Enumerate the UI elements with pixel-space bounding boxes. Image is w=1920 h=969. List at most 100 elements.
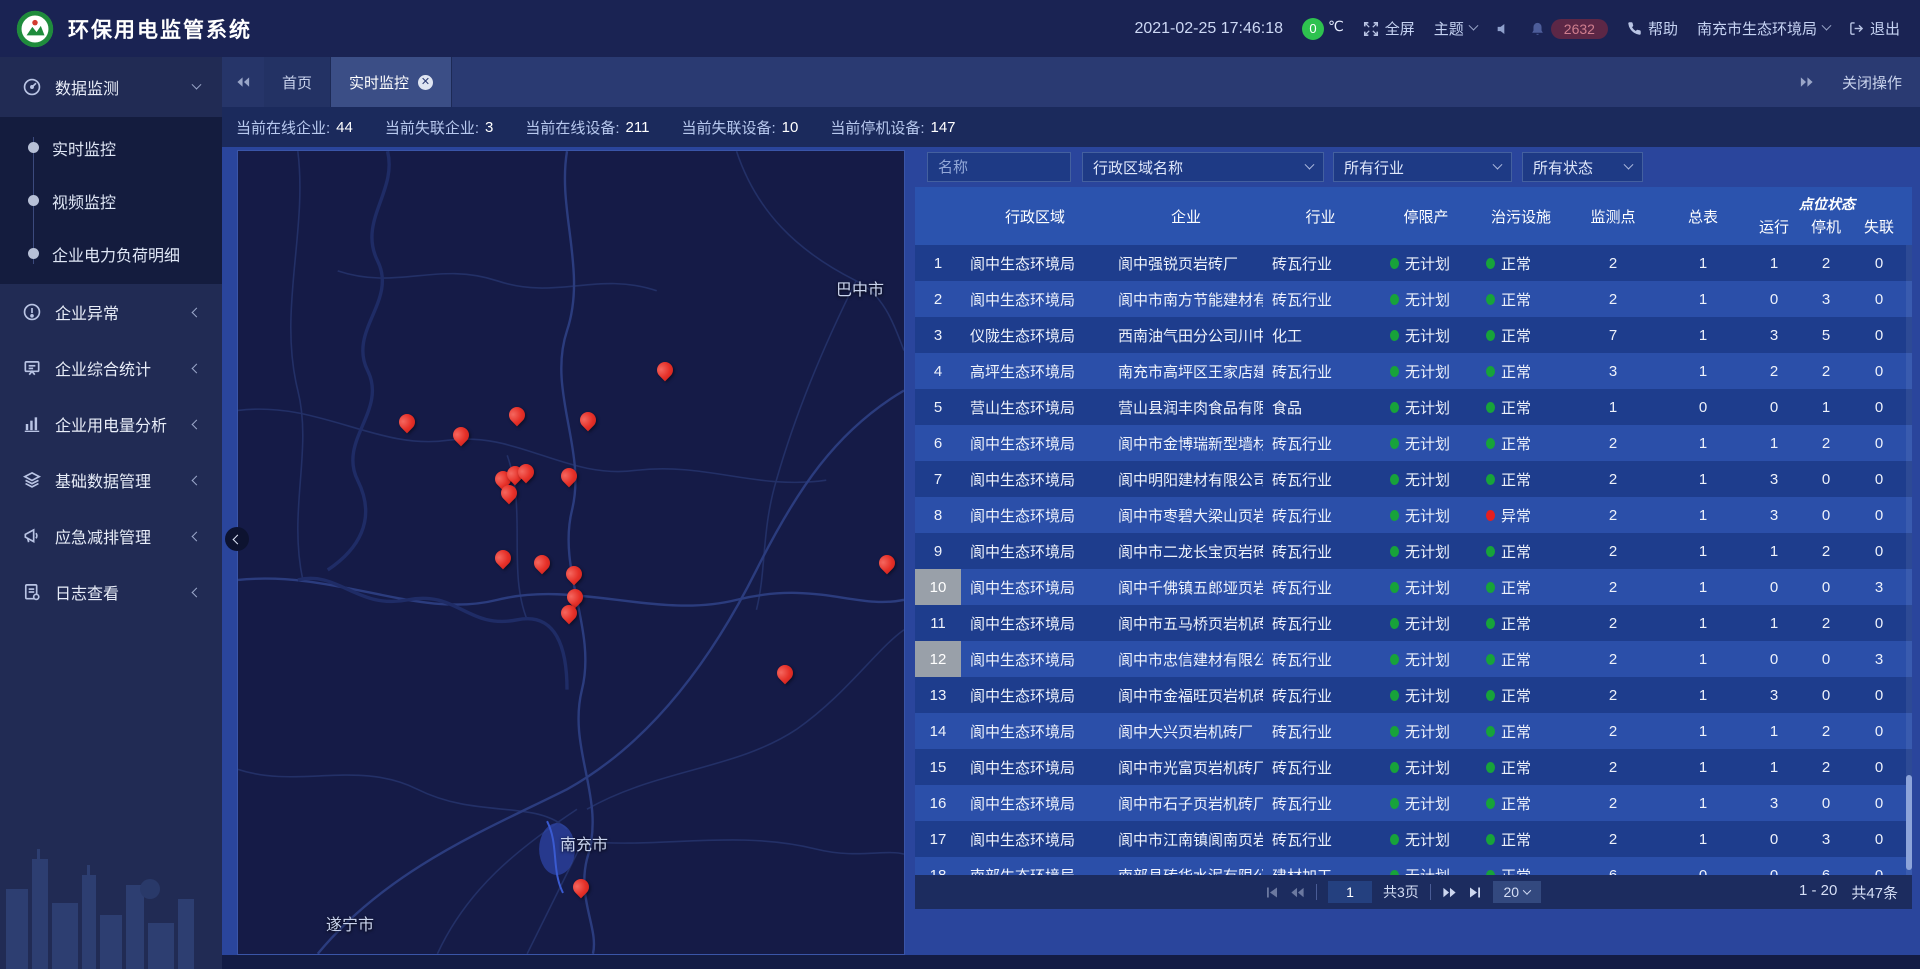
- column-header-lost[interactable]: 失联: [1852, 216, 1906, 237]
- row-lost-cell: 0: [1852, 471, 1906, 488]
- row-stop-cell: 2: [1800, 255, 1852, 272]
- table-row[interactable]: 5 营山生态环境局 营山县润丰肉食品有限 食品 无计划 正常 1 0: [915, 389, 1912, 425]
- table-row[interactable]: 17 阆中生态环境局 阆中市江南镇阆南页岩 砖瓦行业 无计划 正常 2 1: [915, 821, 1912, 857]
- column-header-company[interactable]: 企业: [1109, 187, 1263, 245]
- row-stop-cell: 0: [1800, 579, 1852, 596]
- notification-button[interactable]: 2632: [1530, 19, 1608, 39]
- logout-button[interactable]: 退出: [1849, 18, 1900, 39]
- row-stop-cell: 2: [1800, 759, 1852, 776]
- sidebar-subitem[interactable]: 实时监控: [0, 121, 222, 174]
- table-row[interactable]: 14 阆中生态环境局 阆中大兴页岩机砖厂 砖瓦行业 无计划 正常 2 1: [915, 713, 1912, 749]
- scrollbar-thumb[interactable]: [1906, 775, 1912, 870]
- row-limit-cell: 无计划: [1378, 541, 1474, 562]
- row-industry-cell: 化工: [1263, 325, 1378, 346]
- sidebar-submenu: 实时监控 视频监控 企业电力负荷明细: [0, 117, 222, 284]
- tab-close-icon[interactable]: ✕: [418, 75, 433, 90]
- chevron-down-icon: [192, 79, 202, 89]
- row-limit-cell: 无计划: [1378, 829, 1474, 850]
- column-header-facility[interactable]: 治污设施: [1474, 187, 1568, 245]
- sidebar-item-basic-data[interactable]: 基础数据管理: [0, 452, 222, 508]
- row-company-cell: 阆中市金福旺页岩机砖: [1109, 685, 1263, 706]
- help-button[interactable]: 帮助: [1627, 18, 1678, 39]
- status-dot-icon: [1486, 618, 1495, 629]
- table-scrollbar[interactable]: [1906, 245, 1912, 875]
- fullscreen-button[interactable]: 全屏: [1363, 18, 1415, 39]
- table-row[interactable]: 10 阆中生态环境局 阆中千佛镇五郎垭页岩 砖瓦行业 无计划 正常 2 1: [915, 569, 1912, 605]
- table-row[interactable]: 1 阆中生态环境局 阆中强锐页岩砖厂 砖瓦行业 无计划 正常 2 1: [915, 245, 1912, 281]
- row-limit-cell: 无计划: [1378, 433, 1474, 454]
- row-industry-cell: 砖瓦行业: [1263, 541, 1378, 562]
- column-header-points[interactable]: 监测点: [1568, 187, 1658, 245]
- next-page-button[interactable]: [1442, 886, 1457, 899]
- table-row[interactable]: 16 阆中生态环境局 阆中市石子页岩机砖厂 砖瓦行业 无计划 正常 2 1: [915, 785, 1912, 821]
- row-company-cell: 阆中市金博瑞新型墙材: [1109, 433, 1263, 454]
- sidebar-item-emergency-reduction[interactable]: 应急减排管理: [0, 508, 222, 564]
- map-panel[interactable]: 巴中市南充市遂宁市: [237, 150, 905, 955]
- table-row[interactable]: 4 高坪生态环境局 南充市高坪区王家店建 砖瓦行业 无计划 正常 3 1: [915, 353, 1912, 389]
- sidebar-subitem[interactable]: 企业电力负荷明细: [0, 227, 222, 280]
- table-row[interactable]: 13 阆中生态环境局 阆中市金福旺页岩机砖 砖瓦行业 无计划 正常 2 1: [915, 677, 1912, 713]
- stat-item: 当前在线企业: 44: [236, 117, 353, 138]
- column-header-run[interactable]: 运行: [1748, 216, 1800, 237]
- row-limit-cell: 无计划: [1378, 721, 1474, 742]
- row-run-cell: 3: [1748, 471, 1800, 488]
- sidebar-item-data-monitoring[interactable]: 数据监测: [0, 57, 222, 117]
- sound-button[interactable]: [1496, 21, 1511, 37]
- last-page-button[interactable]: [1468, 886, 1482, 899]
- row-index-cell: 15: [915, 749, 961, 785]
- sidebar-item-enterprise-statistics[interactable]: 企业综合统计: [0, 340, 222, 396]
- table-row[interactable]: 18 南部生态环境局 南部县砖华水泥有限公 建材加工 无计划 正常 6 0: [915, 857, 1912, 875]
- row-total-cell: 1: [1658, 615, 1748, 632]
- page-number-input[interactable]: 1: [1328, 881, 1372, 903]
- sidebar-item-log-view[interactable]: 日志查看: [0, 564, 222, 620]
- table-row[interactable]: 15 阆中生态环境局 阆中市光富页岩机砖厂 砖瓦行业 无计划 正常 2 1: [915, 749, 1912, 785]
- region-select[interactable]: 行政区域名称: [1082, 152, 1324, 182]
- cityscape-decoration: [0, 819, 222, 969]
- table-row[interactable]: 2 阆中生态环境局 阆中市南方节能建材有 砖瓦行业 无计划 正常 2 1: [915, 281, 1912, 317]
- table-row[interactable]: 9 阆中生态环境局 阆中市二龙长宝页岩砖 砖瓦行业 无计划 正常 2 1: [915, 533, 1912, 569]
- sidebar-item-enterprise-abnormal[interactable]: 企业异常: [0, 284, 222, 340]
- previous-page-button[interactable]: [1290, 886, 1305, 899]
- column-header-region[interactable]: 行政区域: [961, 187, 1109, 245]
- table-row[interactable]: 6 阆中生态环境局 阆中市金博瑞新型墙材 砖瓦行业 无计划 正常 2 1: [915, 425, 1912, 461]
- tabs-scroll-right-button[interactable]: [1799, 75, 1814, 89]
- close-operations-button[interactable]: 关闭操作: [1842, 72, 1902, 93]
- stats-bar: 当前在线企业: 44 当前失联企业: 3 当前在线设备: 211 当前失联设备:…: [222, 107, 1920, 147]
- first-page-button[interactable]: [1265, 886, 1279, 899]
- row-index-cell: 17: [915, 821, 961, 857]
- status-select[interactable]: 所有状态: [1522, 152, 1643, 182]
- map-collapse-button[interactable]: [225, 527, 249, 551]
- org-menu[interactable]: 南充市生态环境局: [1697, 18, 1830, 39]
- row-company-cell: 阆中强锐页岩砖厂: [1109, 253, 1263, 274]
- row-industry-cell: 食品: [1263, 397, 1378, 418]
- pagination-summary: 1 - 20 共47条: [1799, 882, 1912, 903]
- row-total-cell: 1: [1658, 507, 1748, 524]
- row-index-cell: 14: [915, 713, 961, 749]
- theme-menu[interactable]: 主题: [1434, 18, 1477, 39]
- table-row[interactable]: 12 阆中生态环境局 阆中市忠信建材有限公 砖瓦行业 无计划 正常 2 1: [915, 641, 1912, 677]
- tab-realtime-monitoring[interactable]: 实时监控 ✕: [331, 57, 452, 107]
- name-search-input[interactable]: [927, 152, 1071, 182]
- tab-home[interactable]: 首页: [264, 57, 331, 107]
- table-row[interactable]: 8 阆中生态环境局 阆中市枣碧大梁山页岩 砖瓦行业 无计划 异常 2 1: [915, 497, 1912, 533]
- column-header-total[interactable]: 总表: [1658, 187, 1748, 245]
- table-row[interactable]: 11 阆中生态环境局 阆中市五马桥页岩机砖 砖瓦行业 无计划 正常 2 1: [915, 605, 1912, 641]
- sidebar-subitem[interactable]: 视频监控: [0, 174, 222, 227]
- column-header-stop[interactable]: 停机: [1800, 216, 1852, 237]
- row-points-cell: 2: [1568, 723, 1658, 740]
- status-dot-icon: [1486, 582, 1495, 593]
- page-size-select[interactable]: 20: [1493, 881, 1541, 903]
- industry-select[interactable]: 所有行业: [1333, 152, 1512, 182]
- chevron-left-icon: [192, 419, 202, 429]
- row-facility-cell: 正常: [1474, 577, 1568, 598]
- tabs-scroll-left-button[interactable]: [222, 57, 264, 107]
- column-header-limit[interactable]: 停限产: [1378, 187, 1474, 245]
- table-row[interactable]: 7 阆中生态环境局 阆中明阳建材有限公司 砖瓦行业 无计划 正常 2 1: [915, 461, 1912, 497]
- row-points-cell: 7: [1568, 327, 1658, 344]
- row-lost-cell: 0: [1852, 831, 1906, 848]
- sidebar-item-power-analysis[interactable]: 企业用电量分析: [0, 396, 222, 452]
- column-header-industry[interactable]: 行业: [1263, 187, 1378, 245]
- row-facility-cell: 正常: [1474, 541, 1568, 562]
- row-run-cell: 1: [1748, 759, 1800, 776]
- table-row[interactable]: 3 仪陇生态环境局 西南油气田分公司川中 化工 无计划 正常 7 1: [915, 317, 1912, 353]
